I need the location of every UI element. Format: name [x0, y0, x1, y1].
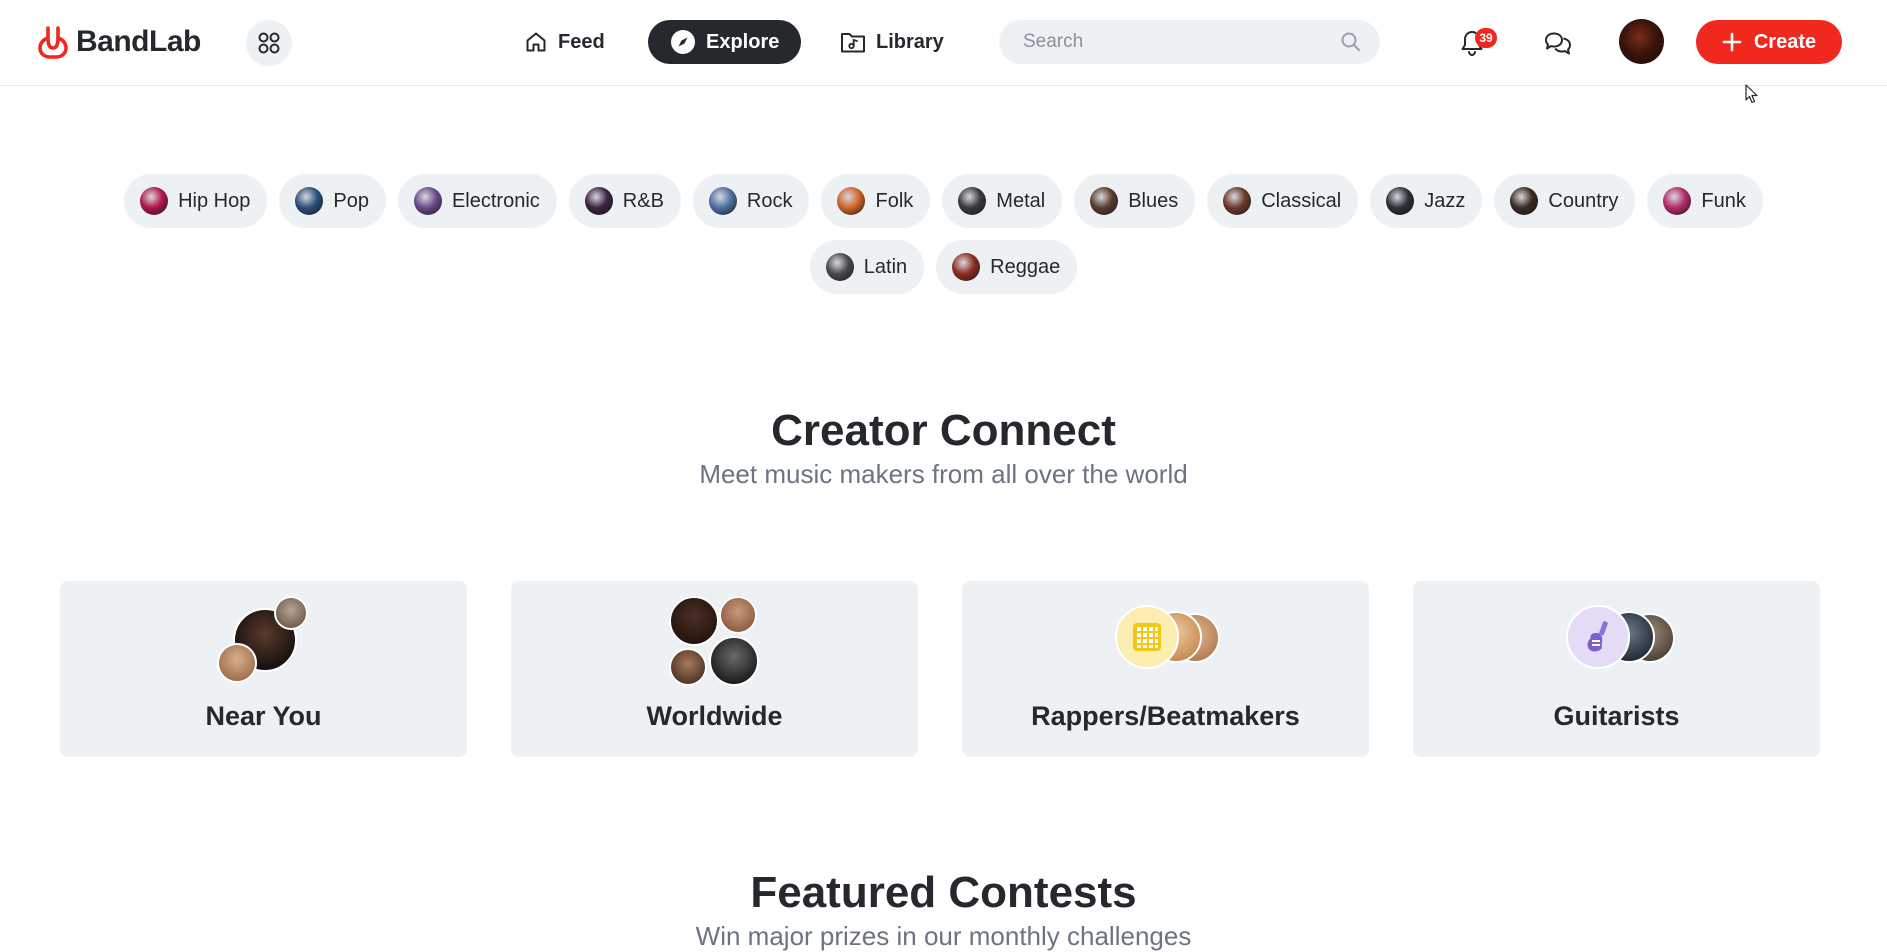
- beatmaker-badge: [1115, 605, 1179, 669]
- genre-thumbnail: [825, 253, 854, 281]
- messages-button[interactable]: [1537, 22, 1579, 64]
- genre-chip[interactable]: Folk: [821, 174, 931, 228]
- featured-contests-title: Featured Contests: [750, 868, 1137, 917]
- creator-card-worldwide[interactable]: Worldwide: [511, 581, 918, 757]
- genre-thumbnail: [952, 253, 981, 281]
- creator-connect-subtitle: Meet music makers from all over the worl…: [699, 459, 1188, 489]
- genre-thumbnail: [584, 187, 613, 215]
- genre-thumbnail: [1386, 187, 1415, 215]
- genre-chip-label: Hip Hop: [178, 189, 251, 212]
- nav-feed-label: Feed: [558, 30, 605, 53]
- genre-filter-list: Hip Hop Pop Electronic R&B Rock Folk Metal Blue…: [120, 174, 1767, 294]
- nav-feed[interactable]: Feed: [502, 20, 627, 64]
- genre-chip-label: Folk: [875, 189, 914, 212]
- creator-card-label: Worldwide: [646, 701, 783, 731]
- creator-avatar: [274, 596, 308, 630]
- genre-thumbnail: [1090, 187, 1119, 215]
- genre-chip-label: Funk: [1701, 189, 1746, 212]
- genre-chip[interactable]: R&B: [568, 174, 681, 228]
- genre-thumbnail: [413, 187, 442, 215]
- bandlab-logo[interactable]: BandLab: [36, 24, 201, 60]
- genre-chip[interactable]: Electronic: [397, 174, 557, 228]
- genre-chip[interactable]: Funk: [1647, 174, 1763, 228]
- genre-chip-label: Electronic: [451, 189, 540, 212]
- mouse-cursor-icon: [1745, 84, 1758, 104]
- genre-chip[interactable]: Hip Hop: [124, 174, 268, 228]
- worldwide-avatars: [511, 581, 918, 691]
- genre-thumbnail: [1663, 187, 1692, 215]
- genre-chip[interactable]: Metal: [942, 174, 1063, 228]
- nav-explore-label: Explore: [706, 30, 780, 53]
- creator-avatar: [669, 596, 719, 646]
- library-folder-icon: [841, 33, 865, 53]
- user-avatar[interactable]: [1619, 19, 1664, 64]
- create-button[interactable]: Create: [1696, 20, 1842, 64]
- near-you-avatars: [60, 581, 467, 691]
- search-bar: [999, 20, 1380, 64]
- genre-chip-label: Latin: [863, 255, 908, 278]
- genre-thumbnail: [295, 187, 324, 215]
- guitarist-badge: [1566, 605, 1630, 669]
- genre-thumbnail: [837, 187, 866, 215]
- creator-avatar: [709, 636, 759, 686]
- bandlab-logo-icon: [38, 26, 68, 59]
- search-input[interactable]: [1021, 30, 1340, 54]
- creator-avatar: [719, 596, 757, 634]
- apps-menu-button[interactable]: [246, 20, 292, 66]
- creator-avatar: [217, 643, 257, 683]
- search-icon[interactable]: [1340, 31, 1362, 53]
- genre-thumbnail: [1223, 187, 1252, 215]
- genre-chip-label: Rock: [746, 189, 793, 212]
- genre-thumbnail: [1510, 187, 1539, 215]
- genre-chip-label: Country: [1548, 189, 1619, 212]
- genre-chip[interactable]: Latin: [809, 240, 925, 294]
- genre-chip-label: Reggae: [990, 255, 1061, 278]
- genre-thumbnail: [958, 187, 987, 215]
- nav-library-label: Library: [876, 30, 944, 53]
- plus-icon: [1722, 32, 1742, 52]
- compass-icon: [671, 30, 695, 54]
- apps-grid-icon: [258, 32, 280, 54]
- notifications-button[interactable]: 39: [1451, 22, 1497, 64]
- genre-chip-label: Classical: [1261, 189, 1342, 212]
- genre-chip[interactable]: Classical: [1207, 174, 1359, 228]
- genre-chip[interactable]: Pop: [279, 174, 386, 228]
- genre-chip-label: R&B: [622, 189, 664, 212]
- genre-chip[interactable]: Rock: [692, 174, 810, 228]
- genre-chip[interactable]: Jazz: [1370, 174, 1483, 228]
- genre-chip-label: Pop: [333, 189, 369, 212]
- creator-card-label: Near You: [205, 701, 322, 731]
- creator-card-label: Rappers/Beatmakers: [1031, 701, 1300, 731]
- guitarists-avatars: [1413, 581, 1820, 691]
- notification-count-badge: 39: [1475, 28, 1497, 48]
- featured-contests-subtitle: Win major prizes in our monthly challeng…: [695, 921, 1192, 951]
- drum-pad-icon: [1133, 623, 1161, 651]
- genre-chip[interactable]: Reggae: [936, 240, 1078, 294]
- genre-thumbnail: [708, 187, 737, 215]
- nav-library[interactable]: Library: [818, 20, 966, 64]
- electric-guitar-icon: [1587, 621, 1608, 652]
- genre-chip[interactable]: Blues: [1074, 174, 1196, 228]
- creator-card-label: Guitarists: [1553, 701, 1680, 731]
- creator-card-near-you[interactable]: Near You: [60, 581, 467, 757]
- creator-connect-title: Creator Connect: [771, 406, 1116, 455]
- home-icon: [526, 32, 546, 52]
- nav-explore[interactable]: Explore: [648, 20, 802, 64]
- creator-card-rappers-beatmakers[interactable]: Rappers/Beatmakers: [962, 581, 1369, 757]
- creator-avatar: [669, 648, 707, 686]
- genre-chip[interactable]: Country: [1494, 174, 1636, 228]
- creator-card-guitarists[interactable]: Guitarists: [1413, 581, 1820, 757]
- bandlab-logo-text: BandLab: [76, 25, 201, 58]
- genre-chip-label: Blues: [1128, 189, 1179, 212]
- chat-bubbles-icon: [1545, 32, 1571, 55]
- top-navigation-bar: BandLab Feed Explore Library Search 39 C…: [0, 0, 1887, 86]
- rappers-avatars: [962, 581, 1369, 691]
- genre-thumbnail: [140, 187, 169, 215]
- create-button-label: Create: [1753, 30, 1817, 53]
- genre-chip-label: Jazz: [1424, 189, 1466, 212]
- genre-chip-label: Metal: [996, 189, 1046, 212]
